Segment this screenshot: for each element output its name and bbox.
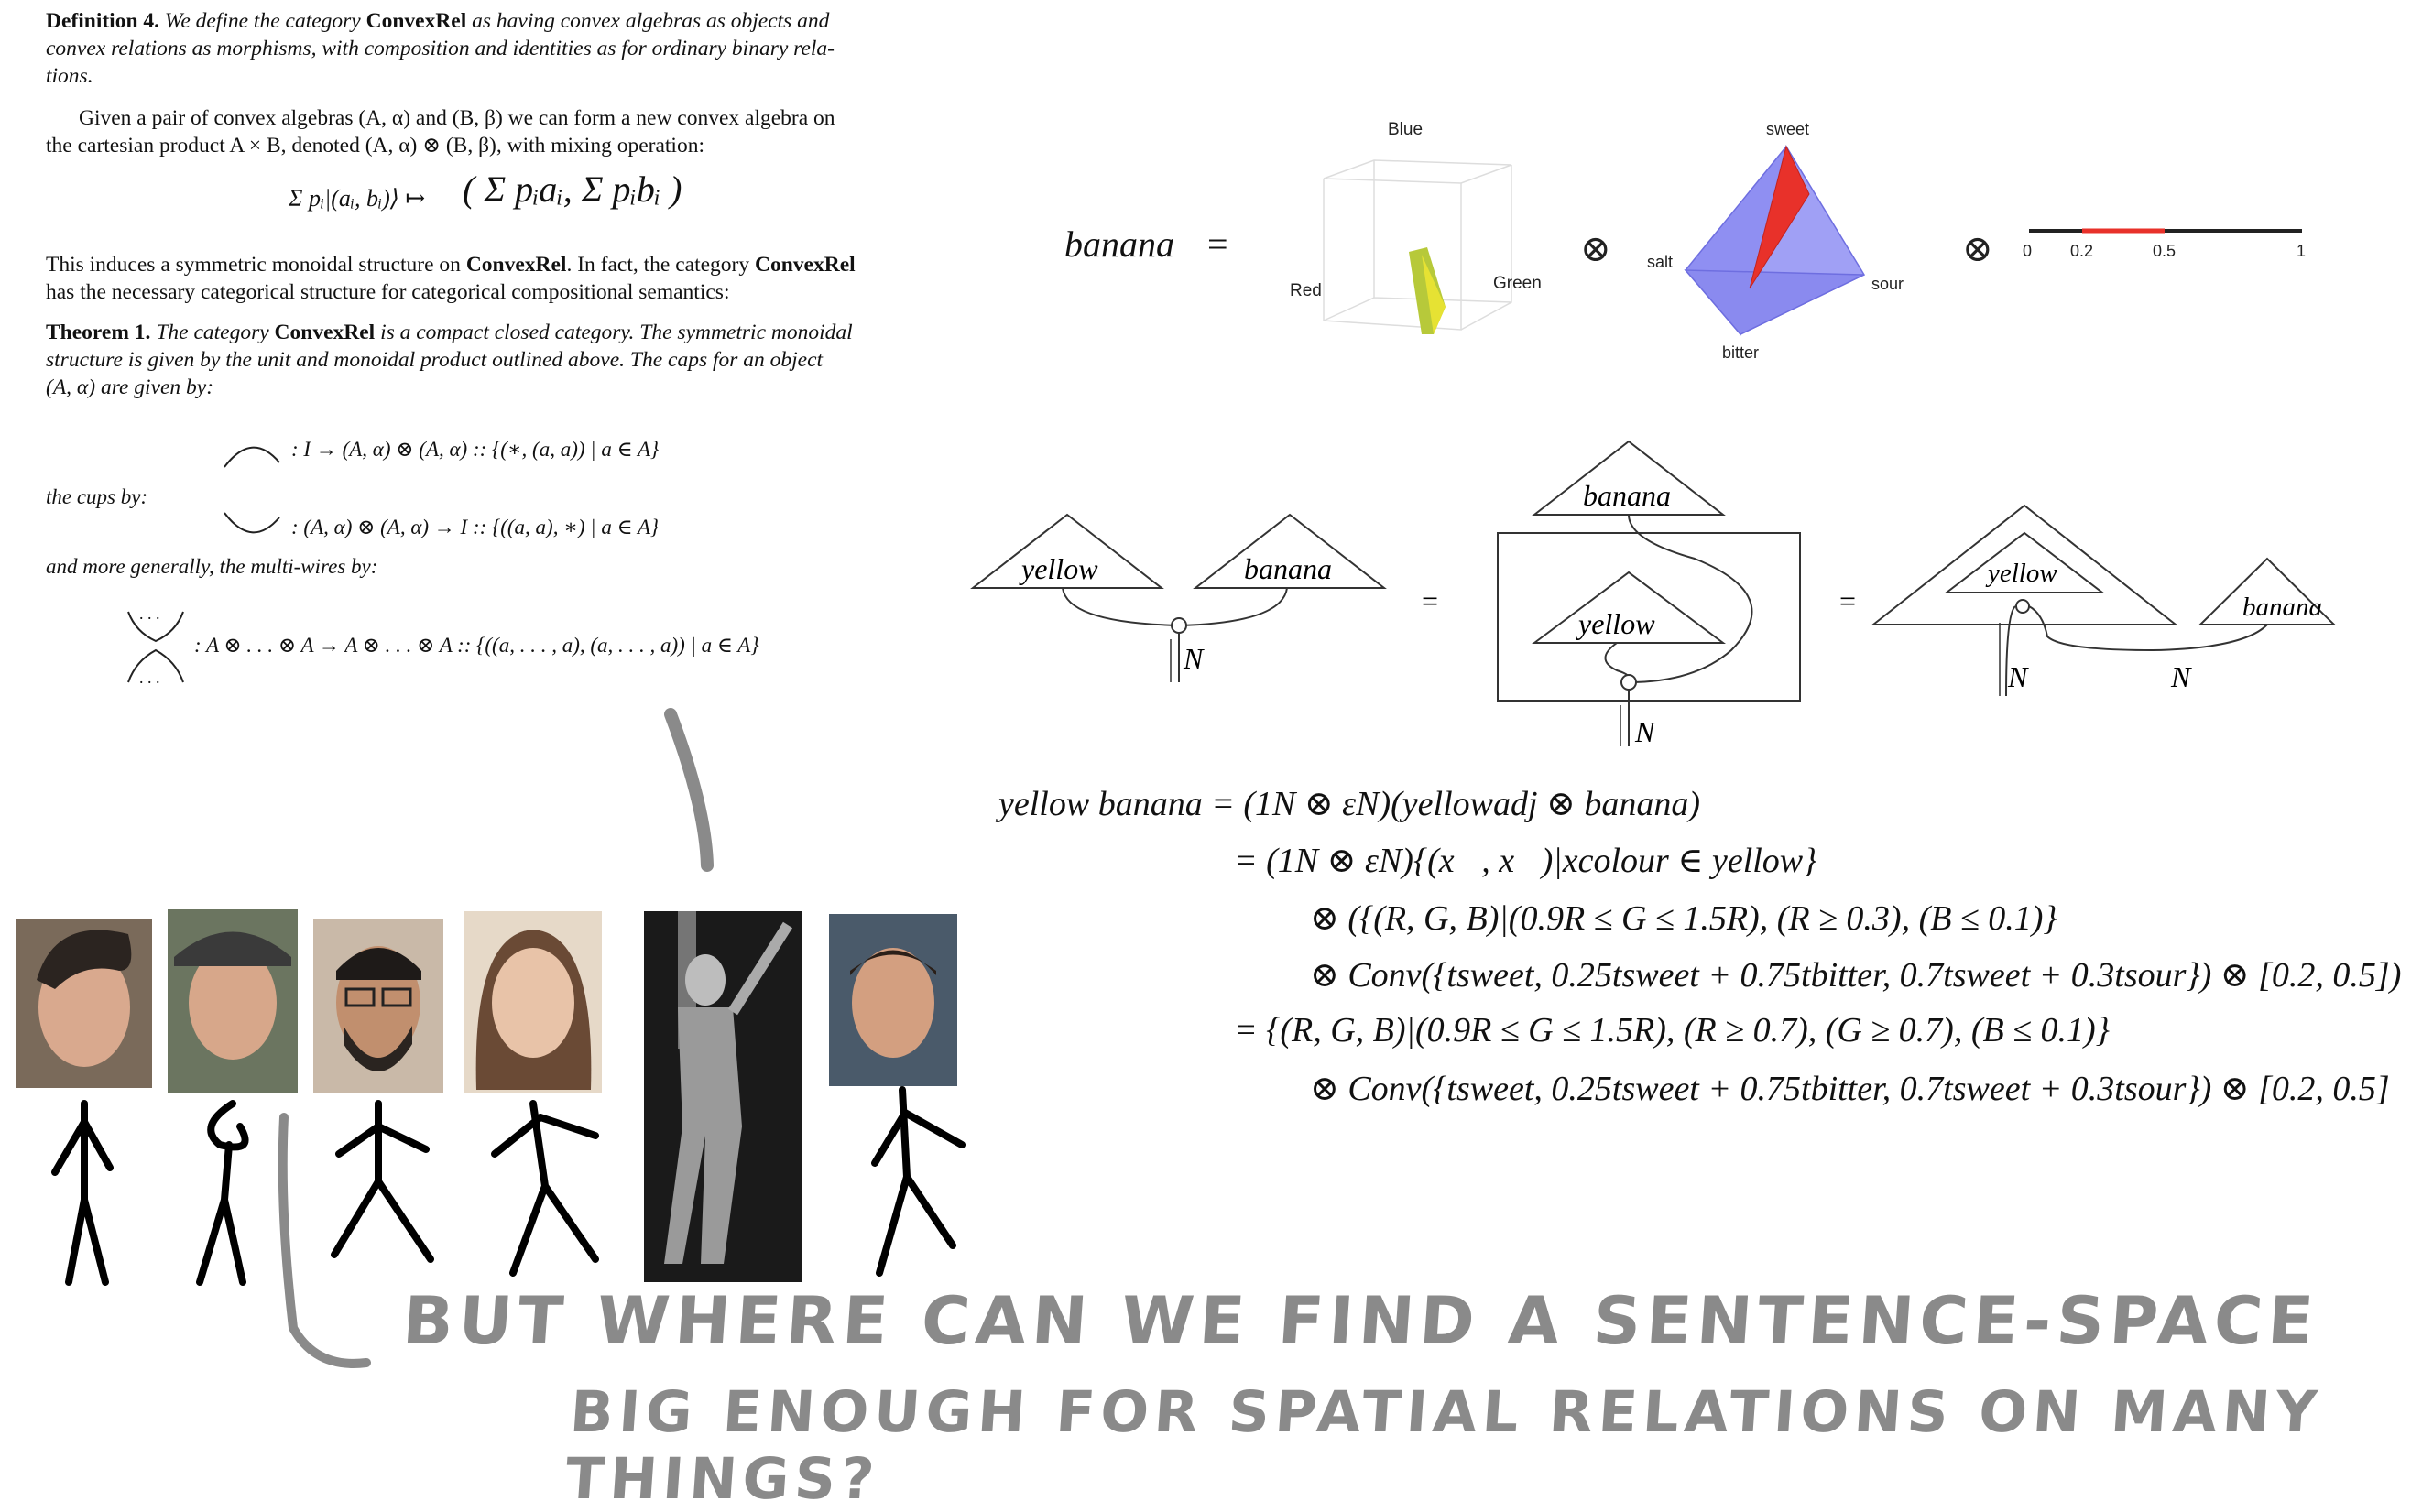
banana-conceptual-space: Blue Red Green ⊗ sweet salt sour bitter … [1290,120,2306,362]
pointer-curve [278,1113,371,1368]
otimes-1: ⊗ [1580,228,1611,269]
handwriting-line-1: BUT WHERE CAN WE FIND A SENTENCE-SPACE [400,1282,2321,1359]
handwriting-line-2: BIG ENOUGH FOR SPATIAL RELATIONS ON MANY… [562,1378,2325,1512]
tetra-label-sour: sour [1871,275,1904,293]
multiwire-label: and more generally, the multi-wires by: [46,555,378,578]
label-N-1: N [1183,642,1205,675]
tick-label-0: 0 [2023,242,2032,260]
label-yellow-3: yellow [1985,559,2057,588]
cup-shape [224,512,280,534]
tick-label-0.2: 0.2 [2070,242,2093,260]
multiwire-dots-top: . . . [139,604,160,623]
equals-2: = [1839,584,1856,617]
node-3 [2015,599,2030,614]
stick-figures [51,1086,966,1286]
label-N-2: N [1634,715,1656,748]
cube-label-red: Red [1290,281,1322,300]
label-N-4: N [2170,660,2192,693]
label-banana-3: banana [2242,593,2322,622]
tetra-label-bitter: bitter [1722,343,1759,362]
tetra-label-salt: salt [1647,253,1673,271]
cap-cup-diagrams [127,446,280,683]
cups-label: the cups by: [46,485,148,508]
node-2 [1620,674,1637,691]
label-banana-2: banana [1583,479,1671,512]
tick-label-0.5: 0.5 [2153,242,2176,260]
derivation-line-2: = (1N ⊗ εN){(x⃗, x⃗)|xcolour ∈ yellow} [1234,842,1817,880]
caps-formula: : I → (A, α) ⊗ (A, α) :: {(∗, (a, a)) | … [291,438,660,461]
string-diagrams: yellow banana N = banana yellow N = yell… [970,440,2337,748]
cube-label-green: Green [1493,274,1542,293]
cube-label-blue: Blue [1388,120,1423,139]
cups-formula: : (A, α) ⊗ (A, α) → I :: {((a, a), ∗) | … [291,516,660,538]
derivation-line-4: ⊗ Conv({tsweet, 0.25tsweet + 0.75tbitter… [1310,956,2402,995]
label-yellow-2: yellow [1576,607,1655,640]
banana-equals: = [1207,223,1228,265]
banana-lhs: banana [1064,223,1174,265]
equals-1: = [1422,584,1438,617]
multiwire-dots-bottom: . . . [139,669,160,687]
derivation-line-1: yellow banana = (1N ⊗ εN)(yellowadj ⊗ ba… [998,785,1701,823]
derivation-line-6: ⊗ Conv({tsweet, 0.25tsweet + 0.75tbitter… [1310,1070,2390,1108]
label-banana-1: banana [1244,552,1332,585]
multiwire-formula: : A ⊗ . . . ⊗ A → A ⊗ . . . ⊗ A :: {((a,… [194,634,759,657]
node-1 [1171,617,1187,634]
tetra-label-sweet: sweet [1766,120,1809,138]
tetra-face-bottom [1684,269,1865,335]
label-yellow-1: yellow [1019,552,1098,585]
tick-label-1: 1 [2297,242,2306,260]
otimes-2: ⊗ [1962,228,1993,269]
speech-tail [664,708,714,872]
derivation-line-5: = {(R, G, B)|(0.9R ≤ G ≤ 1.5R), (R ≥ 0.7… [1234,1011,2110,1050]
cap-shape [224,446,280,468]
label-N-3: N [2007,660,2029,693]
derivation-line-3: ⊗ ({(R, G, B)|(0.9R ≤ G ≤ 1.5R), (R ≥ 0.… [1310,899,2057,938]
